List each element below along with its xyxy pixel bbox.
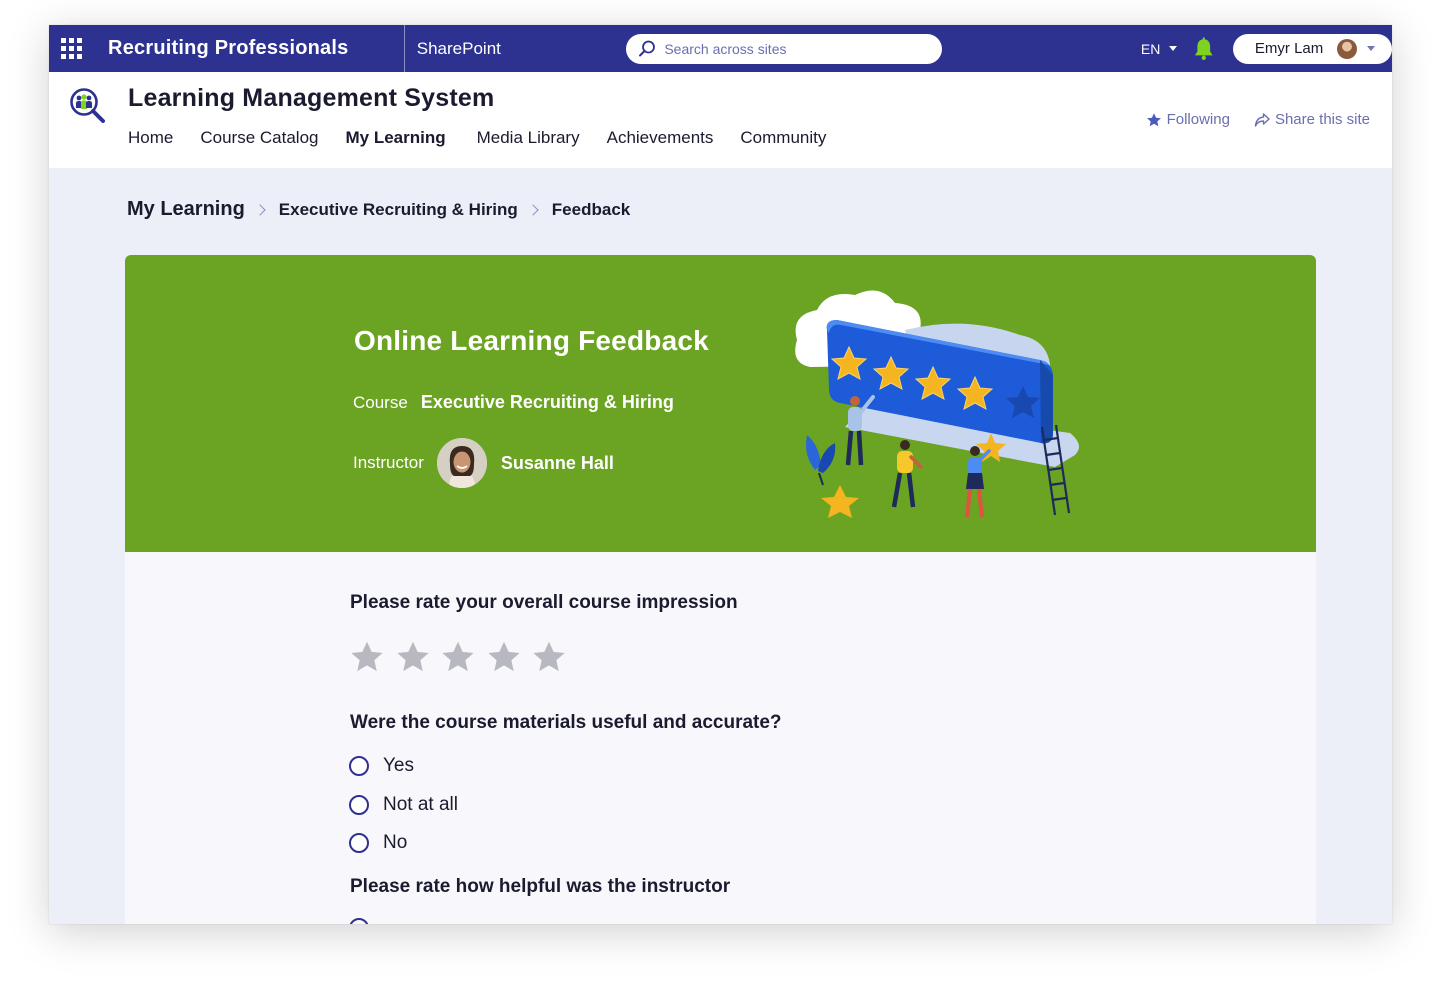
question-course-materials: Were the course materials useful and acc…	[350, 712, 782, 733]
star-outline-icon	[396, 641, 429, 672]
breadcrumb-current: Feedback	[551, 199, 631, 219]
nav-media-library[interactable]: Media Library	[477, 128, 580, 148]
rating-star-5[interactable]	[531, 639, 567, 675]
hero-course-row: Course Executive Recruiting & Hiring	[353, 392, 674, 413]
breadcrumb-course[interactable]: Executive Recruiting & Hiring	[279, 200, 518, 220]
radio-button-partial[interactable]	[349, 918, 369, 924]
language-selector[interactable]: EN	[1140, 40, 1178, 57]
search-box[interactable]	[626, 33, 942, 64]
instructor-name: Susanne Hall	[500, 452, 614, 473]
rating-star-4[interactable]	[486, 639, 522, 675]
search-input[interactable]	[664, 40, 935, 57]
radio-button[interactable]	[349, 756, 369, 776]
radio-option-yes[interactable]: Yes	[349, 755, 414, 777]
instructor-label: Instructor	[353, 453, 424, 472]
suite-bar: Recruiting Professionals SharePoint EN E…	[49, 25, 1392, 72]
rating-star-3[interactable]	[440, 639, 476, 675]
hero-title: Online Learning Feedback	[354, 325, 709, 356]
share-icon	[1254, 112, 1270, 127]
nav-achievements[interactable]: Achievements	[607, 128, 714, 148]
caret-down-icon	[1367, 46, 1376, 51]
following-label: Following	[1166, 111, 1230, 128]
radio-option-not-at-all[interactable]: Not at all	[349, 794, 458, 816]
chevron-right-icon	[254, 203, 266, 216]
question-overall-impression: Please rate your overall course impressi…	[350, 592, 738, 613]
radio-button[interactable]	[349, 795, 369, 815]
nav-my-learning[interactable]: My Learning	[345, 128, 445, 148]
star-outline-icon	[442, 641, 474, 672]
rating-star-2[interactable]	[395, 639, 431, 675]
course-label: Course	[353, 392, 408, 412]
breadcrumb: My Learning Executive Recruiting & Hirin…	[127, 198, 630, 221]
star-outline-icon	[351, 641, 383, 672]
user-avatar	[1337, 38, 1358, 59]
star-outline-icon	[487, 641, 520, 672]
nav-community[interactable]: Community	[740, 128, 826, 148]
radio-label: No	[383, 832, 408, 853]
share-label: Share this site	[1274, 111, 1370, 128]
breadcrumb-my-learning[interactable]: My Learning	[127, 198, 245, 221]
site-header: Learning Management System Home Course C…	[49, 72, 1392, 168]
instructor-avatar	[436, 438, 487, 488]
browser-window: Recruiting Professionals SharePoint EN E…	[49, 25, 1392, 924]
nav-course-catalog[interactable]: Course Catalog	[200, 128, 318, 148]
chevron-right-icon	[527, 203, 539, 216]
feedback-form: Please rate your overall course impressi…	[125, 552, 1316, 924]
share-site-button[interactable]: Share this site	[1254, 111, 1370, 128]
hero-instructor-row: Instructor Susanne Hall	[353, 438, 614, 488]
rating-star-1[interactable]	[349, 639, 385, 675]
feedback-hero-banner: Online Learning Feedback Course Executiv…	[125, 255, 1316, 552]
user-menu[interactable]: Emyr Lam	[1232, 33, 1392, 64]
sharepoint-link[interactable]: SharePoint	[405, 25, 627, 72]
site-title: Learning Management System	[128, 84, 495, 112]
overall-rating-stars	[349, 639, 577, 675]
app-launcher-button[interactable]	[49, 25, 94, 72]
rating-illustration	[795, 290, 1079, 518]
radio-button[interactable]	[349, 833, 369, 853]
suite-site-name[interactable]: Recruiting Professionals	[94, 25, 404, 72]
caret-down-icon	[1169, 46, 1178, 51]
course-name: Executive Recruiting & Hiring	[420, 392, 674, 412]
notification-bell-icon[interactable]	[1193, 36, 1215, 61]
site-actions: Following Share this site	[1146, 111, 1370, 128]
radio-option-no[interactable]: No	[349, 832, 407, 854]
language-label: EN	[1140, 40, 1161, 57]
site-navigation: Home Course Catalog My Learning Media Li…	[128, 128, 853, 148]
radio-label: Not at all	[383, 794, 458, 815]
site-logo-icon[interactable]	[69, 87, 107, 125]
star-outline-icon	[533, 641, 565, 672]
user-name: Emyr Lam	[1254, 40, 1324, 57]
nav-home[interactable]: Home	[128, 128, 173, 148]
question-instructor-helpfulness: Please rate how helpful was the instruct…	[350, 876, 731, 897]
star-icon	[1146, 112, 1161, 126]
following-button[interactable]: Following	[1146, 111, 1230, 128]
search-icon	[639, 40, 656, 56]
radio-label: Yes	[383, 755, 414, 776]
waffle-icon	[61, 38, 83, 59]
